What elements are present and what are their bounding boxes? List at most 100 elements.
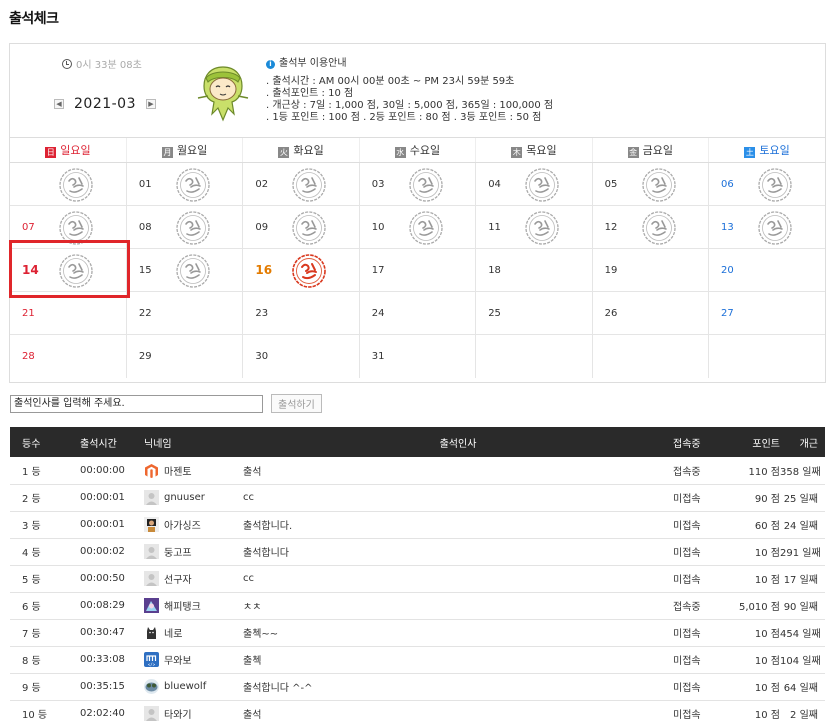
ranking-row: 7 등 00:30:47 네로 출첵~~ 미접속 10 점 454 일째 [10,619,825,647]
default-avatar-icon [144,544,159,559]
nickname[interactable]: gnuuser [164,492,205,503]
weekday-badge: 日 [45,147,57,158]
default-avatar-icon [144,571,159,586]
day-number: 18 [488,265,501,276]
guide-title: 출석부 이용안내 [279,58,347,69]
calendar-day[interactable]: 27 [708,291,825,335]
status-cell: 미접속 [673,619,723,647]
nickname[interactable]: 해피탱크 [164,598,201,613]
weekday-label: 금요일 [642,144,673,157]
code-logo-icon: </> [144,652,159,667]
nickname[interactable]: 둥고프 [164,544,192,559]
calendar-day[interactable]: 11 [475,205,593,249]
nickname[interactable]: 무와보 [164,652,192,667]
attendance-ranking-table: 등수 출석시간 닉네임 출석인사 접속중 포인트 개근 1 등 00:00:00 마… [10,427,825,727]
clock-icon [62,58,72,69]
mascot-image [197,66,249,122]
weekday-header: 木 목요일 [475,137,593,163]
days-cell: 104 일째 [780,646,825,674]
message-cell: ㅊㅊ [243,592,673,620]
weekday-label: 목요일 [526,144,557,157]
attend-button[interactable]: 출석하기 [271,394,322,413]
month-navigation: ◀ 2021-03 ▶ [54,96,156,112]
days-cell: 454 일째 [780,619,825,647]
calendar-day[interactable]: 19 [591,248,709,292]
calendar-day[interactable]: 26 [591,291,709,335]
day-number: 19 [604,265,618,276]
guide-line: . 출석시간 : AM 00시 00분 00초 ~ PM 23시 59분 59초 [266,76,515,87]
message-cell: cc [243,484,673,512]
weekday-badge: 月 [161,147,173,158]
ranking-row: 4 등 00:00:02 둥고프 출석합니다 미접속 10 점 291 일째 [10,538,825,566]
next-month-button[interactable]: ▶ [146,99,156,109]
nickname[interactable]: bluewolf [164,681,206,692]
calendar-day[interactable]: 03 [358,162,476,206]
weekday-header: 月 월요일 [125,137,243,163]
attendance-stamp-icon [525,211,559,245]
calendar-day [475,334,593,378]
calendar-day[interactable]: 18 [475,248,593,292]
calendar-day[interactable]: 31 [358,334,476,378]
day-number: 01 [138,179,152,190]
calendar-day[interactable]: 29 [125,334,243,378]
weekday-label: 수요일 [409,144,441,157]
nickname[interactable]: 선구자 [164,571,192,586]
day-number: 03 [371,179,385,190]
calendar-day[interactable]: 20 [708,248,825,292]
nickname[interactable]: 아가싱즈 [164,517,201,532]
calendar-day[interactable]: 01 [125,162,243,206]
day-number: 07 [22,222,35,233]
day-number: 17 [371,265,385,276]
calendar-day[interactable]: 23 [242,291,360,335]
calendar-day[interactable]: 12 [591,205,709,249]
weekday-header: 水 수요일 [358,137,476,163]
calendar-day[interactable]: 06 [708,162,825,206]
rank-cell: 4 등 [10,538,72,566]
nick-cell: 해피탱크 [140,592,243,620]
calendar-day[interactable]: 02 [242,162,360,206]
nick-cell: 네로 [140,619,243,647]
calendar-day[interactable]: 09 [242,205,360,249]
message-cell: 출석 [243,457,673,485]
magento-logo-icon [145,463,158,478]
calendar-day[interactable]: 22 [125,291,243,335]
calendar-day[interactable]: 17 [358,248,476,292]
nickname[interactable]: 마젠토 [164,463,192,478]
calendar-day[interactable]: 08 [125,205,243,249]
prev-month-button[interactable]: ◀ [54,99,64,109]
day-number: 28 [22,351,35,362]
calendar-day[interactable]: 30 [242,334,360,378]
calendar-day[interactable]: 28 [10,335,126,378]
day-number: 09 [255,222,269,233]
greeting-input[interactable] [10,394,263,413]
attendance-stamp-icon [758,211,792,245]
status-cell: 미접속 [673,565,723,593]
day-number: 10 [371,222,385,233]
calendar-day[interactable]: 04 [475,162,593,206]
col-nick: 닉네임 [140,427,243,457]
nickname[interactable]: 네로 [164,625,182,640]
time-cell: 00:35:15 [72,673,140,701]
info-icon: i [266,59,275,69]
default-avatar-icon [144,706,159,721]
ranking-row: 2 등 00:00:01 gnuuser cc 미접속 90 점 25 일째 [10,484,825,512]
nick-cell: 아가싱즈 [140,511,243,539]
attendance-stamp-icon [409,168,443,202]
calendar-day[interactable]: 15 [125,248,243,292]
nickname[interactable]: 타와기 [164,706,192,721]
calendar-day[interactable]: 05 [591,162,709,206]
day-number: 16 [255,263,273,277]
calendar-day[interactable]: 10 [358,205,476,249]
attendance-stamp-icon [176,254,210,288]
calendar-day[interactable]: 13 [708,205,825,249]
weekday-label: 일요일 [60,144,91,157]
day-number: 26 [604,308,618,319]
weekday-label: 월요일 [176,144,208,157]
calendar-day [591,334,709,378]
time-cell: 00:00:50 [72,565,140,593]
calendar-day[interactable]: 24 [358,291,476,335]
calendar-day[interactable]: 16 [242,248,360,292]
day-number: 02 [255,179,269,190]
calendar-day[interactable]: 25 [475,291,593,335]
ranking-row: 8 등 00:33:08 </> 무와보 출첵 미접속 10 점 104 일째 [10,646,825,674]
